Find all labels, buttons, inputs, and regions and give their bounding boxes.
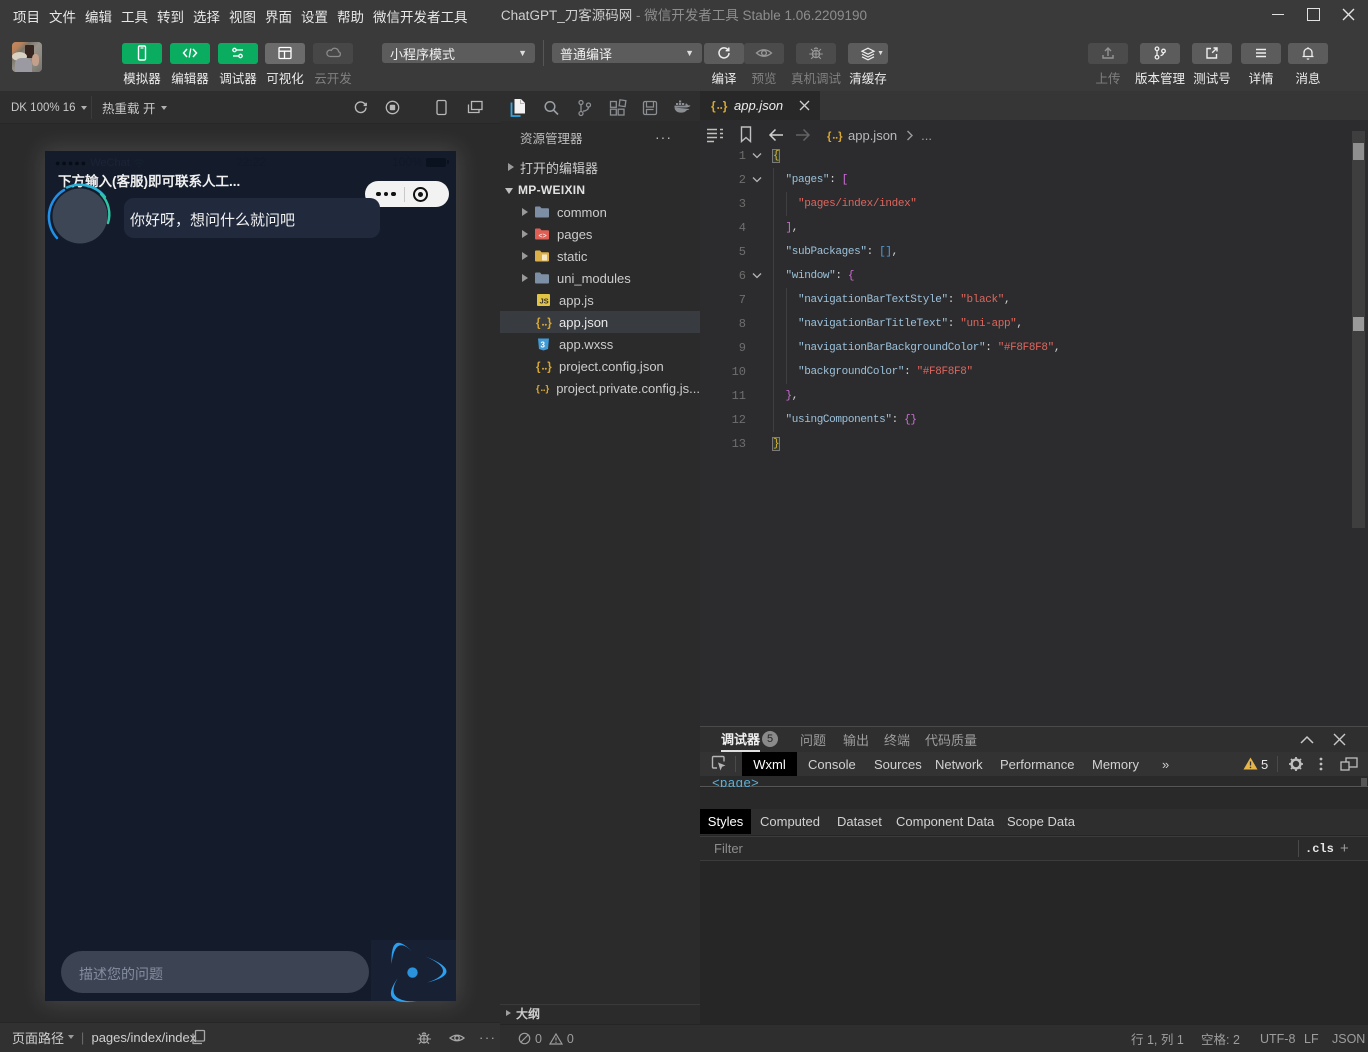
svg-text:{: { [536, 362, 541, 374]
svg-text:}: } [547, 362, 552, 374]
svg-text:JS: JS [540, 297, 549, 306]
svg-text:}: } [545, 384, 549, 395]
svg-text:{: { [536, 318, 541, 330]
svg-text:<>: <> [539, 233, 547, 240]
svg-text:}: } [547, 318, 552, 330]
svg-text:3: 3 [541, 340, 546, 349]
svg-text:{: { [536, 384, 540, 395]
svg-text:}: } [723, 99, 728, 113]
svg-text:{: { [711, 99, 716, 113]
svg-text:}: } [838, 130, 843, 142]
svg-text:{: { [827, 130, 832, 142]
